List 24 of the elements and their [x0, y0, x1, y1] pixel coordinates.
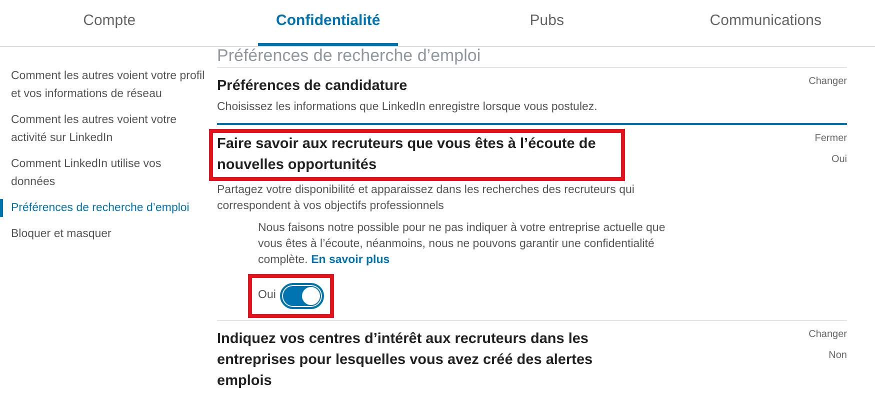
sidebar-item[interactable]: Comment les autres voient votre activité sur LinkedIn [0, 111, 210, 147]
tab[interactable]: Pubs [438, 0, 656, 46]
section-action-link[interactable]: Fermer [814, 131, 847, 146]
tab[interactable]: Compte [0, 0, 219, 46]
sidebar-item[interactable]: Préférences de recherche d’emploi [0, 199, 210, 217]
learn-more-link[interactable]: En savoir plus [311, 254, 390, 266]
section-title: Faire savoir aux recruteurs que vous êtes à l’écoute de nouvelles opportunités [217, 135, 597, 175]
section-title: Préférences de candidature [217, 77, 408, 96]
toggle-label: Oui [258, 288, 276, 304]
tab[interactable]: Communications [656, 0, 875, 46]
page-heading: Préférences de recherche d’emploi [217, 47, 482, 67]
section-value: Non [828, 349, 847, 363]
sidebar-item[interactable]: Comment les autres voient votre profil et vos informations de réseau [0, 67, 210, 103]
toggle-switch[interactable] [280, 283, 324, 309]
section-description: Choisissez les informations que LinkedIn enregistre lorsque vous postulez. [217, 100, 598, 115]
sidebar-item[interactable]: Bloquer et masquer [0, 225, 210, 243]
sidebar-item[interactable]: Comment LinkedIn utilise vos données [0, 155, 210, 191]
section-title: Indiquez vos centres d’intérêt aux recruteurs dans les entreprises pour lesquelles vous avez créé des alertes emplois [217, 330, 594, 391]
section-action-link[interactable]: Changer [808, 327, 847, 342]
section-action-link[interactable]: Changer [808, 74, 847, 89]
section-description: Partagez votre disponibilité et apparaissez dans les recherches des recruteurs qui correspondent à vos objectifs professionnels [217, 183, 636, 214]
section-value: Oui [831, 153, 847, 167]
privacy-note: Nous faisons notre possible pour ne pas indiquer à votre entreprise actuelle que vous êtes à l’écoute, néanmoins, nous ne pouvons garantir une confidentialité complète. En savoir plus [258, 221, 666, 268]
tab[interactable]: Confidentialité [218, 0, 438, 46]
